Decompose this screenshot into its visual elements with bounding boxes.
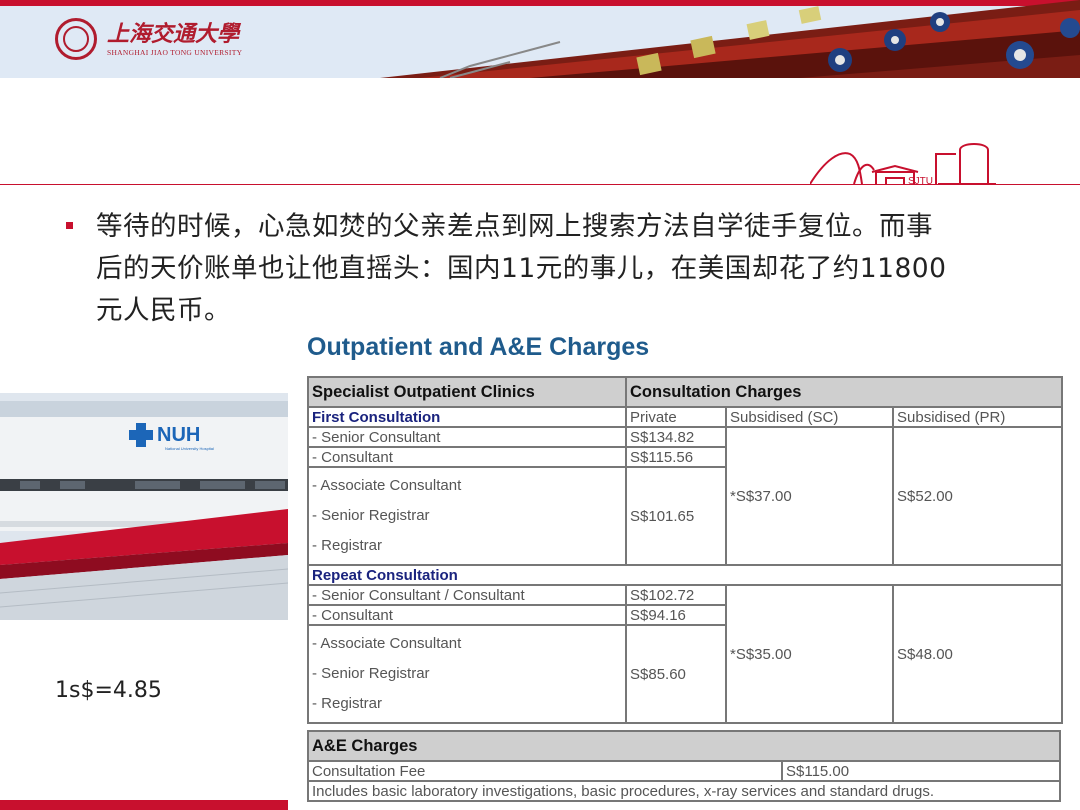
logo-english-name: SHANGHAI JIAO TONG UNIVERSITY <box>107 47 243 57</box>
bullet-paragraph: 等待的时候，心急如焚的父亲差点到网上搜索方法自学徒手复位。而事 后的天价账单也让… <box>66 206 1046 332</box>
svg-text:SJTU: SJTU <box>908 176 933 186</box>
subheader-private: Private <box>625 406 727 428</box>
table-cell: - Associate Consultant - Senior Registra… <box>307 466 627 566</box>
footer-bar <box>0 800 288 810</box>
table-row: - Senior Consultant / Consultant S$102.7… <box>307 584 1063 724</box>
table-cell: *S$37.00 <box>725 426 894 566</box>
role-label: - Associate Consultant <box>312 635 462 652</box>
subheader-pr: Subsidised (PR) <box>892 406 1063 428</box>
table-cell: S$115.56 <box>625 446 727 468</box>
table-cell: - Senior Consultant / Consultant <box>307 584 627 606</box>
table-cell: - Consultant <box>307 446 627 468</box>
column-header: Consultation Charges <box>625 376 1063 408</box>
bullet-marker-icon <box>66 222 73 229</box>
table-cell: S$48.00 <box>892 584 1063 724</box>
role-label: - Registrar <box>312 695 383 712</box>
table-cell: S$94.16 <box>625 604 727 626</box>
table-title: Outpatient and A&E Charges <box>307 333 650 361</box>
table-row: First Consultation Private Subsidised (S… <box>307 406 1063 428</box>
table-cell: S$101.65 <box>625 466 727 566</box>
role-label: - Senior Registrar <box>312 665 430 682</box>
table-cell: S$85.60 <box>625 624 727 724</box>
role-label: - Associate Consultant <box>312 477 462 494</box>
table-cell: - Associate Consultant - Senior Registra… <box>307 624 627 724</box>
table-cell: - Senior Consultant <box>307 426 627 448</box>
table-row: Includes basic laboratory investigations… <box>306 780 1062 802</box>
column-header: Specialist Outpatient Clinics <box>307 376 627 408</box>
university-logo: 上海交通大學 SHANGHAI JIAO TONG UNIVERSITY <box>55 18 242 60</box>
bullet-line: 元人民币。 <box>96 295 231 326</box>
table-row: Consultation Fee S$115.00 <box>307 760 1062 782</box>
bullet-text: 等待的时候，心急如焚的父亲差点到网上搜索方法自学徒手复位。而事 后的天价账单也让… <box>96 206 1046 332</box>
section-label: First Consultation <box>307 406 627 428</box>
table-row: - Senior Consultant S$134.82 *S$37.00 S$… <box>307 426 1063 566</box>
charges-table: Specialist Outpatient Clinics Consultati… <box>307 376 1063 724</box>
table-cell: S$115.00 <box>780 760 1062 782</box>
photo-sign-subtext: National University Hospital <box>165 446 214 451</box>
role-label: - Registrar <box>312 537 383 554</box>
exchange-rate-note: 1s$=4.85 <box>55 678 162 703</box>
table-cell: - Consultant <box>307 604 627 626</box>
table-cell: S$134.82 <box>625 426 727 448</box>
column-header: A&E Charges <box>306 730 1062 762</box>
table-cell: S$52.00 <box>892 426 1063 566</box>
header-banner: 上海交通大學 SHANGHAI JIAO TONG UNIVERSITY <box>0 0 1080 78</box>
hospital-photo: NUH National University Hospital <box>0 393 288 620</box>
bullet-line: 后的天价账单也让他直摇头：国内11元的事儿，在美国却花了约11800 <box>96 253 947 284</box>
bullet-line: 等待的时候，心急如焚的父亲差点到网上搜索方法自学徒手复位。而事 <box>96 211 933 242</box>
logo-chinese-name: 上海交通大學 <box>107 20 240 47</box>
campus-landmark-icon: SJTU <box>810 143 996 186</box>
section-label: Repeat Consultation <box>307 564 1063 586</box>
table-cell: *S$35.00 <box>725 584 894 724</box>
table-cell: Consultation Fee <box>307 760 783 782</box>
photo-sign-text: NUH <box>157 424 200 446</box>
subheader-sc: Subsidised (SC) <box>725 406 894 428</box>
ae-charges-table: A&E Charges Consultation Fee S$115.00 In… <box>306 730 1062 802</box>
table-cell: S$102.72 <box>625 584 727 606</box>
university-seal-icon <box>55 18 97 60</box>
table-row: Repeat Consultation <box>307 564 1063 586</box>
table-row: Specialist Outpatient Clinics Consultati… <box>307 376 1063 408</box>
temple-eaves-image <box>380 0 1080 78</box>
table-row: A&E Charges <box>306 730 1062 762</box>
role-label: - Senior Registrar <box>312 507 430 524</box>
table-cell: Includes basic laboratory investigations… <box>306 780 1062 802</box>
